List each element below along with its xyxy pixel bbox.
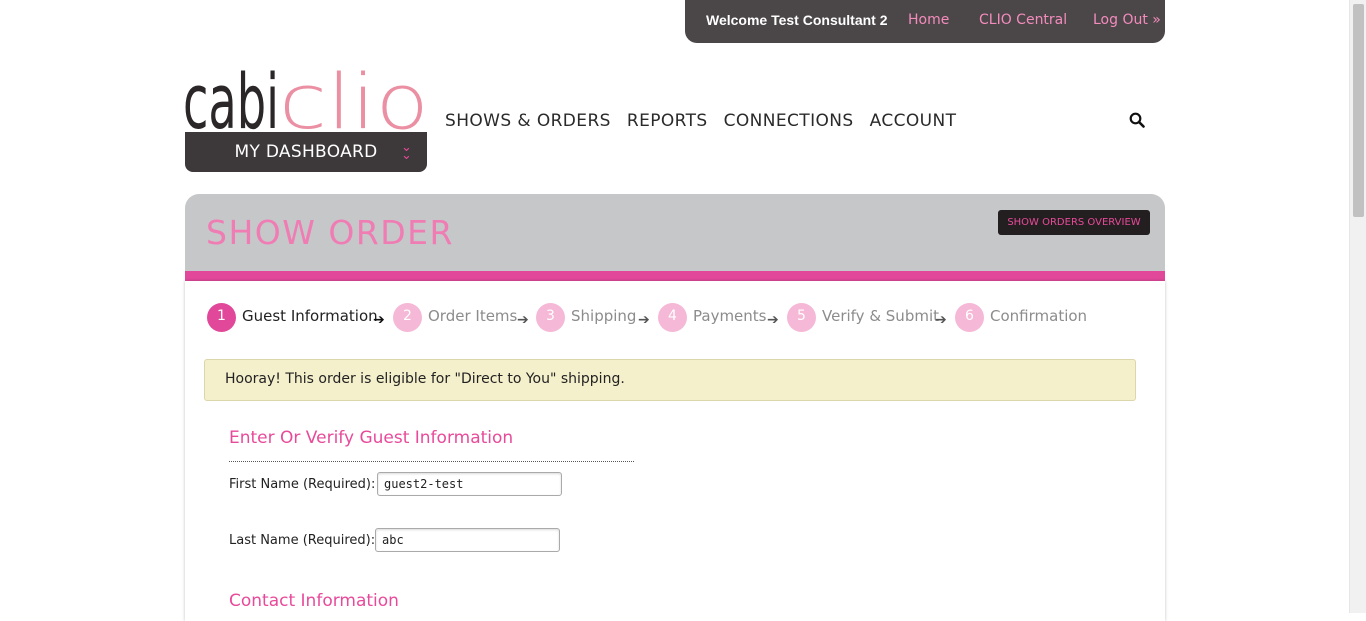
step-label: Shipping [571,307,637,325]
first-name-field[interactable] [377,472,562,496]
shipping-eligibility-alert: Hooray! This order is eligible for "Dire… [204,359,1136,401]
show-orders-overview-button[interactable]: SHOW ORDERS OVERVIEW [998,210,1150,235]
logo-cabi-text: cabi [183,57,279,133]
main-nav: SHOWS & ORDERS REPORTS CONNECTIONS ACCOU… [445,111,972,131]
arrow-right-icon: ➔ [935,312,947,328]
step-number: 4 [658,303,687,332]
clio-central-link[interactable]: CLIO Central [979,12,1067,28]
logo-clio-text: clio [279,57,429,133]
my-dashboard-label: MY DASHBOARD [234,142,378,162]
step-number: 6 [955,303,984,332]
arrow-right-icon: ➔ [373,312,385,328]
page-title: SHOW ORDER [206,213,454,252]
step-label: Verify & Submit [822,307,939,325]
cabiclio-logo[interactable]: cabi clio [183,30,433,133]
logout-link[interactable]: Log Out » [1093,12,1161,28]
alert-message: Hooray! This order is eligible for "Dire… [225,371,625,387]
step-number: 1 [207,303,236,332]
top-user-bar: Welcome Test Consultant 2 Home CLIO Cent… [685,0,1165,43]
step-number: 5 [787,303,816,332]
vertical-scrollbar[interactable] [1349,0,1366,613]
arrow-right-icon: ➔ [517,312,529,328]
order-content-card [185,281,1165,621]
arrow-right-icon: ➔ [638,312,650,328]
step-number: 2 [393,303,422,332]
welcome-text: Welcome Test Consultant 2 [706,12,888,28]
step-label: Guest Information [242,307,378,325]
arrow-right-icon: ➔ [767,312,779,328]
section-divider [229,461,634,462]
home-link[interactable]: Home [908,12,949,28]
nav-reports[interactable]: REPORTS [627,111,708,131]
scrollbar-thumb[interactable] [1353,4,1364,217]
step-label: Payments [693,307,767,325]
my-dashboard-dropdown[interactable]: MY DASHBOARD ⌄ ⌄ [185,132,427,172]
last-name-field[interactable] [375,528,560,552]
step-label: Confirmation [990,307,1088,325]
double-chevron-down-icon: ⌄ ⌄ [401,140,412,163]
first-name-label: First Name (Required): [229,477,376,492]
step-number: 3 [536,303,565,332]
show-order-header: SHOW ORDER SHOW ORDERS OVERVIEW [185,194,1165,272]
search-icon[interactable] [1129,112,1145,128]
last-name-label: Last Name (Required): [229,533,376,548]
nav-shows-orders[interactable]: SHOWS & ORDERS [445,111,611,131]
step-label: Order Items [428,307,518,325]
nav-account[interactable]: ACCOUNT [870,111,957,131]
header-accent-strip [185,271,1165,281]
contact-info-section-title: Contact Information [229,591,399,611]
guest-info-section-title: Enter Or Verify Guest Information [229,428,514,448]
nav-connections[interactable]: CONNECTIONS [724,111,854,131]
